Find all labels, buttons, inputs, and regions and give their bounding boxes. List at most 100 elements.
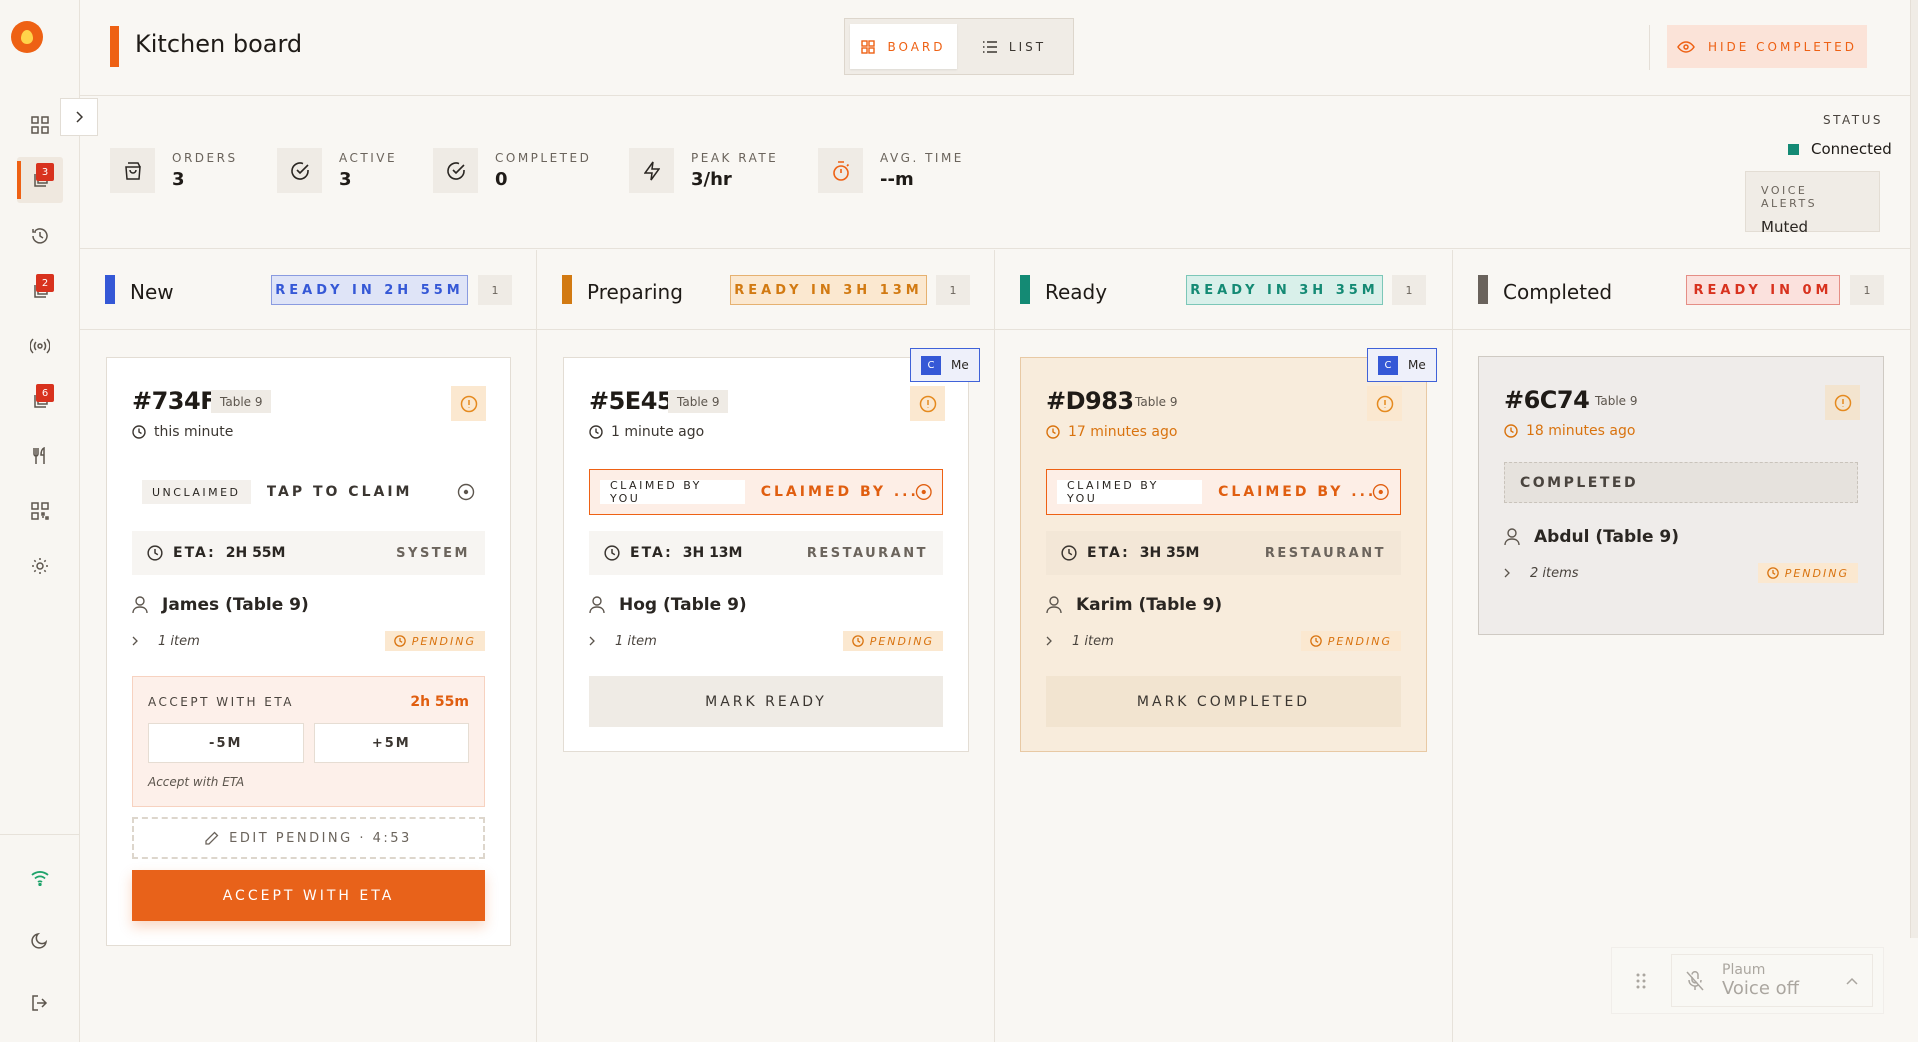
order-time: 18 minutes ago (1526, 423, 1636, 439)
sidebar-item-orders[interactable]: 3 (17, 157, 63, 203)
edit-pending-button[interactable]: EDIT PENDING · 4:53 (132, 817, 485, 859)
mark-completed-button[interactable]: MARK COMPLETED (1046, 676, 1401, 727)
voice-widget: Plaum Voice off (1611, 947, 1884, 1014)
sidebar-item-broadcast[interactable] (17, 323, 63, 369)
column-title: Completed (1503, 280, 1613, 304)
logo-icon[interactable] (11, 21, 43, 53)
board-view-label: BOARD (887, 39, 946, 54)
voice-alerts-label: VOICE ALERTS (1761, 184, 1818, 210)
order-card[interactable]: C Me #5E45 Table 9 1 minute ago CLAIMED B… (563, 348, 980, 752)
target-icon (1373, 483, 1390, 501)
alert-icon (460, 395, 477, 412)
alert-button[interactable] (1367, 386, 1402, 421)
eta-label: ETA: (630, 545, 673, 561)
drag-handle-icon[interactable] (1622, 973, 1659, 989)
eta-minus-button[interactable]: -5M (148, 723, 304, 763)
alert-icon (1834, 394, 1851, 411)
timer-icon (818, 148, 863, 193)
sidebar-item-tickets[interactable]: 6 (17, 378, 63, 424)
sidebar-item-connection[interactable] (17, 855, 63, 901)
order-id: #D983 (1046, 387, 1134, 415)
stat-peak-rate: PEAK RATE 3/hr (629, 148, 778, 193)
target-icon (457, 483, 475, 501)
claim-action-text: CLAIMED BY ... (1218, 484, 1373, 500)
alert-button[interactable] (1825, 385, 1860, 420)
time-row: 18 minutes ago (1504, 423, 1635, 439)
chevron-right-icon (132, 636, 138, 646)
sidebar-item-history[interactable] (17, 213, 63, 259)
grid-icon (31, 116, 49, 134)
claim-status-chip: CLAIMED BY YOU (1057, 479, 1203, 505)
sidebar-item-menu[interactable] (17, 433, 63, 479)
pending-badge: PENDING (1757, 563, 1858, 583)
board-view-button[interactable]: BOARD (850, 24, 957, 69)
order-card[interactable]: C Me #D983 Table 9 17 minutes ago CLAIMED… (1020, 348, 1437, 752)
accept-with-eta-button[interactable]: ACCEPT WITH ETA (132, 870, 485, 921)
customer-row: Hog (Table 9) (589, 595, 747, 615)
clock-icon (1061, 545, 1077, 561)
eta-plus-button[interactable]: +5M (313, 723, 469, 763)
eta-row: ETA: 3H 35M RESTAURANT (1046, 531, 1401, 575)
customer-row: James (Table 9) (132, 595, 309, 615)
page-title: Kitchen board (135, 30, 303, 58)
user-icon (132, 596, 148, 614)
voice-toggle[interactable]: Plaum Voice off (1671, 954, 1873, 1007)
sidebar-item-settings[interactable] (17, 543, 63, 589)
utensils-icon (33, 447, 45, 464)
messages-badge: 2 (36, 274, 54, 292)
alert-button[interactable] (451, 386, 486, 421)
user-icon (1046, 596, 1062, 614)
column-title: New (130, 280, 174, 304)
claim-row[interactable]: UNCLAIMED TAP TO CLAIM (132, 469, 485, 515)
sidebar-item-theme[interactable] (17, 917, 63, 963)
customer-name: Karim (Table 9) (1076, 595, 1223, 615)
claim-row[interactable]: CLAIMED BY YOU CLAIMED BY ... (589, 469, 943, 515)
items-toggle[interactable]: 2 items PENDING (1504, 563, 1858, 583)
items-toggle[interactable]: 1 item PENDING (132, 631, 485, 651)
history-icon (32, 228, 48, 244)
customer-name: James (Table 9) (162, 595, 309, 615)
logout-icon (32, 995, 48, 1011)
claim-action-text: CLAIMED BY ... (760, 484, 915, 500)
hide-completed-button[interactable]: HIDE COMPLETED (1667, 25, 1867, 68)
claim-row[interactable]: CLAIMED BY YOU CLAIMED BY ... (1046, 469, 1401, 515)
column-completed: Completed READY IN 0M 1 #6C74 Table 9 18… (1453, 250, 1910, 1042)
sidebar-item-logout[interactable] (17, 980, 63, 1026)
items-toggle[interactable]: 1 item PENDING (589, 631, 943, 651)
alert-button[interactable] (910, 386, 945, 421)
accept-eta-value: 2h 55m (410, 694, 469, 710)
sidebar-item-qr[interactable] (17, 488, 63, 534)
voice-alerts-toggle[interactable]: VOICE ALERTS Muted (1745, 171, 1880, 236)
chevron-right-icon (1046, 636, 1052, 646)
order-id: #734F (132, 387, 217, 415)
stat-label: ACTIVE (339, 151, 398, 165)
column-preparing: Preparing READY IN 3H 13M 1 C Me #5E45 Ta… (537, 250, 995, 1042)
header: Kitchen board BOARD LIST HIDE COMPLETED (80, 0, 1918, 96)
count-badge: 1 (936, 275, 970, 305)
sidebar-item-dashboard[interactable] (17, 102, 63, 148)
claimed-by-me-badge: C Me (910, 348, 980, 382)
count-badge: 1 (1392, 275, 1426, 305)
column-header: New READY IN 2H 55M 1 (80, 250, 536, 330)
vertical-scrollbar[interactable] (1910, 0, 1918, 938)
alert-icon (919, 395, 936, 412)
claimed-by-me-badge: C Me (1367, 348, 1437, 382)
lightning-icon (629, 148, 674, 193)
accept-note: Accept with ETA (148, 775, 245, 789)
claimer-name: Me (951, 358, 969, 372)
time-row: 1 minute ago (589, 424, 704, 440)
claim-action-text: TAP TO CLAIM (266, 484, 413, 500)
stat-active: ACTIVE 3 (277, 148, 397, 193)
count-badge: 1 (1850, 275, 1884, 305)
clock-icon (393, 635, 406, 647)
order-card[interactable]: #6C74 Table 9 18 minutes ago COMPLETED A… (1478, 356, 1884, 635)
items-toggle[interactable]: 1 item PENDING (1046, 631, 1401, 651)
stat-avg-time: AVG. TIME --m (818, 148, 964, 193)
sidebar-item-messages[interactable]: 2 (17, 268, 63, 314)
eta-value: 3H 13M (682, 545, 743, 561)
mark-ready-button[interactable]: MARK READY (589, 676, 943, 727)
list-view-button[interactable]: LIST (961, 24, 1068, 69)
claimer-avatar: C (921, 355, 941, 375)
sidebar-expand-button[interactable] (60, 98, 98, 136)
order-card[interactable]: #734F Table 9 this minute UNCLAIMED TAP … (106, 357, 511, 946)
